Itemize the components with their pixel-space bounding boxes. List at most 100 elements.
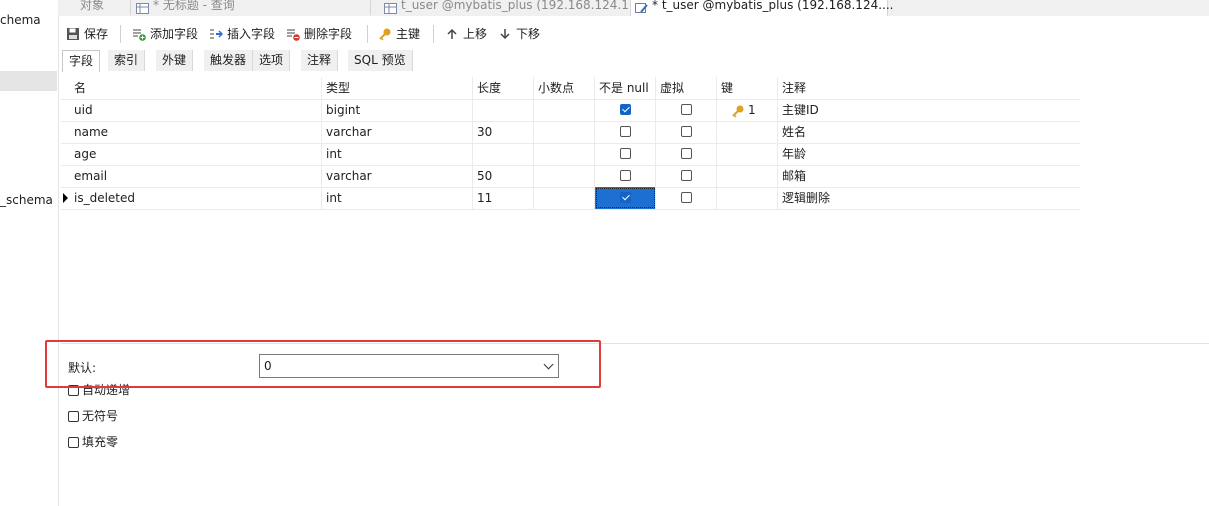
toolbar-separator <box>433 25 434 43</box>
tab-sql-preview[interactable]: SQL 预览 <box>348 50 413 71</box>
cell-key[interactable] <box>717 187 778 209</box>
checkbox[interactable] <box>619 148 631 159</box>
checkbox[interactable] <box>680 104 692 115</box>
table-row[interactable]: is_deleted int 11 逻辑删除 <box>61 187 1080 210</box>
cell-not-null[interactable] <box>595 121 656 143</box>
tab-indexes[interactable]: 索引 <box>108 50 146 71</box>
tab-options[interactable]: 选项 <box>253 50 291 71</box>
unsigned-checkbox[interactable]: 无符号 <box>68 407 118 423</box>
checkbox-box[interactable] <box>68 437 79 448</box>
toolbar-separator <box>120 25 121 43</box>
column-header-not-null[interactable]: 不是 null <box>595 77 656 99</box>
tab-t-user-data[interactable]: t_user @mybatis_plus (192.168.124.1... <box>380 0 640 15</box>
column-header-type[interactable]: 类型 <box>322 77 473 99</box>
cell-length[interactable]: 50 <box>473 165 534 187</box>
checkbox-box[interactable] <box>68 411 79 422</box>
cell-comment[interactable]: 逻辑删除 <box>778 187 1080 209</box>
cell-not-null[interactable] <box>595 165 656 187</box>
checkbox[interactable] <box>619 126 631 137</box>
add-field-icon <box>132 25 146 41</box>
tab-comment[interactable]: 注释 <box>301 50 339 71</box>
zerofill-checkbox[interactable]: 填充零 <box>68 433 118 449</box>
cell-name[interactable]: uid <box>70 99 322 121</box>
column-header-key[interactable]: 键 <box>717 77 778 99</box>
checkbox[interactable] <box>619 104 631 115</box>
cell-virtual[interactable] <box>656 99 717 121</box>
cell-virtual[interactable] <box>656 187 717 209</box>
save-button[interactable]: 保存 <box>66 22 108 46</box>
cell-length[interactable] <box>473 143 534 165</box>
delete-field-icon <box>286 25 300 41</box>
cell-comment[interactable]: 年龄 <box>778 143 1080 165</box>
column-header-length[interactable]: 长度 <box>473 77 534 99</box>
checkbox[interactable] <box>680 148 692 159</box>
cell-length[interactable]: 30 <box>473 121 534 143</box>
cell-name[interactable]: age <box>70 143 322 165</box>
tab-t-user-design[interactable]: * t_user @mybatis_plus (192.168.124.... <box>630 0 893 16</box>
cell-virtual[interactable] <box>656 121 717 143</box>
table-row[interactable]: age int 年龄 <box>61 143 1080 166</box>
table-row[interactable]: name varchar 30 姓名 <box>61 121 1080 144</box>
checkbox[interactable] <box>680 126 692 137</box>
cell-not-null[interactable] <box>595 99 656 121</box>
cell-key[interactable] <box>717 165 778 187</box>
tab-foreign-keys[interactable]: 外键 <box>156 50 194 71</box>
column-header-virtual[interactable]: 虚拟 <box>656 77 717 99</box>
sidebar-selected-row[interactable] <box>0 71 57 91</box>
tab-label: 对象 <box>79 0 104 12</box>
cell-comment-text: 逻辑删除 <box>782 191 831 205</box>
cell-comment[interactable]: 邮箱 <box>778 165 1080 187</box>
move-down-button[interactable]: 下移 <box>498 22 540 46</box>
column-header-decimals[interactable]: 小数点 <box>534 77 595 99</box>
cell-length[interactable]: 11 <box>473 187 534 209</box>
cell-type[interactable]: varchar <box>322 121 473 143</box>
add-field-button[interactable]: 添加字段 <box>132 22 198 46</box>
cell-type[interactable]: int <box>322 187 473 209</box>
checkbox[interactable] <box>680 170 692 181</box>
table-row[interactable]: uid bigint 1 主键ID <box>61 99 1080 122</box>
cell-virtual[interactable] <box>656 143 717 165</box>
tab-objects[interactable]: 对象 <box>58 0 131 15</box>
cell-comment[interactable]: 主键ID <box>778 99 1080 121</box>
cell-decimals[interactable] <box>534 187 595 209</box>
cell-virtual[interactable] <box>656 165 717 187</box>
sidebar-item-schema[interactable]: chema <box>0 13 41 27</box>
primary-key-button[interactable]: 主键 <box>378 22 420 46</box>
highlight-annotation-box <box>45 340 601 388</box>
cell-name[interactable]: name <box>70 121 322 143</box>
cell-decimals[interactable] <box>534 165 595 187</box>
delete-field-button[interactable]: 删除字段 <box>286 22 352 46</box>
insert-field-button[interactable]: 插入字段 <box>209 22 275 46</box>
cell-comment[interactable]: 姓名 <box>778 121 1080 143</box>
cell-key[interactable] <box>717 121 778 143</box>
tab-triggers[interactable]: 触发器 <box>204 50 254 71</box>
checkbox[interactable] <box>680 192 692 203</box>
cell-not-null[interactable] <box>595 187 656 209</box>
cell-type[interactable]: bigint <box>322 99 473 121</box>
cell-type-text: int <box>326 147 342 161</box>
cell-type-text: varchar <box>326 125 372 139</box>
move-up-button[interactable]: 上移 <box>445 22 487 46</box>
cell-type[interactable]: varchar <box>322 165 473 187</box>
table-row[interactable]: email varchar 50 邮箱 <box>61 165 1080 188</box>
cell-name[interactable]: is_deleted <box>70 187 322 209</box>
cell-decimals[interactable] <box>534 143 595 165</box>
cell-comment-text: 姓名 <box>782 125 807 139</box>
cell-type[interactable]: int <box>322 143 473 165</box>
toolbar-separator <box>367 25 368 43</box>
cell-key[interactable]: 1 <box>717 99 778 121</box>
checkbox[interactable] <box>619 170 631 181</box>
cell-name[interactable]: email <box>70 165 322 187</box>
cell-decimals[interactable] <box>534 121 595 143</box>
column-header-name[interactable]: 名 <box>70 77 322 99</box>
insert-field-icon <box>209 25 224 39</box>
cell-length[interactable] <box>473 99 534 121</box>
tab-fields[interactable]: 字段 <box>62 50 101 72</box>
cell-key[interactable] <box>717 143 778 165</box>
checkbox[interactable] <box>619 192 631 203</box>
column-header-comment[interactable]: 注释 <box>778 77 1080 99</box>
sidebar-item-schema-2[interactable]: _schema <box>0 193 53 207</box>
cell-not-null[interactable] <box>595 143 656 165</box>
tab-untitled-query[interactable]: * 无标题 - 查询 <box>132 0 371 15</box>
cell-decimals[interactable] <box>534 99 595 121</box>
